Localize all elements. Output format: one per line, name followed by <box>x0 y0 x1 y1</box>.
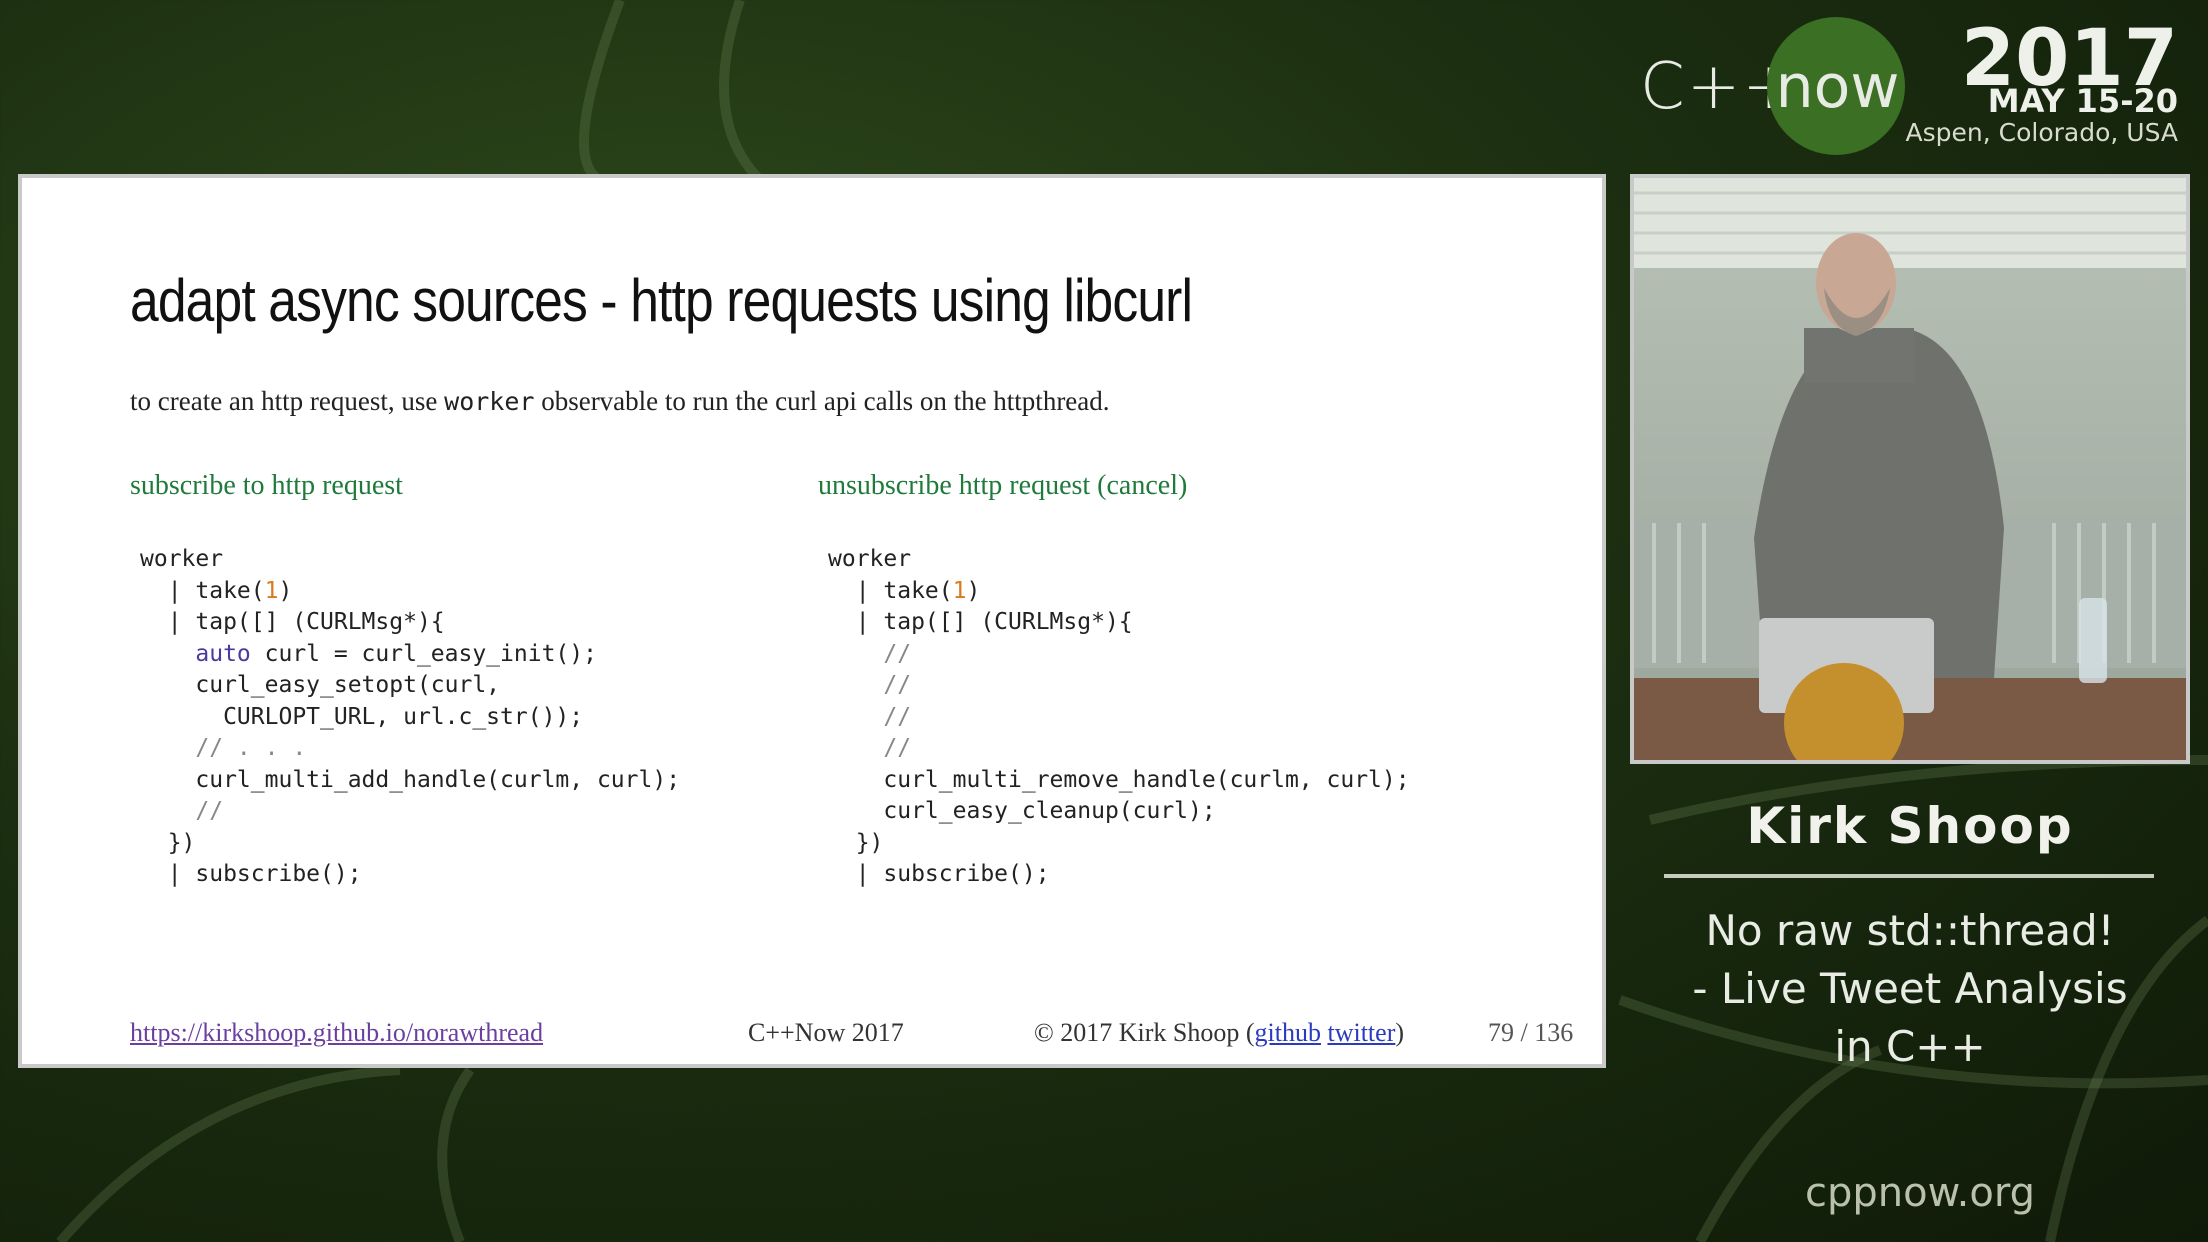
brand-dates: MAY 15-20 <box>1987 82 2178 120</box>
unsubscribe-code-line: // <box>828 703 912 730</box>
twitter-link[interactable]: twitter <box>1327 1018 1395 1047</box>
speaker-divider <box>1664 874 2154 878</box>
brand-now-text: now <box>1775 52 1900 122</box>
slide-title: adapt async sources - http requests usin… <box>130 267 1193 334</box>
intro-text-pre: to create an http request, use <box>130 386 445 416</box>
left-column-heading: subscribe to http request <box>130 470 403 501</box>
subscribe-code-line: // <box>140 798 224 824</box>
subscribe-code-line: | tap([] (CURLMsg*){ <box>140 609 445 635</box>
subscribe-code-line: curl_easy_setopt(curl, <box>140 672 501 698</box>
subscribe-code-line: worker <box>140 546 224 572</box>
talk-title-line-3: in C++ <box>1834 1022 1986 1071</box>
unsubscribe-code-line: // <box>828 672 912 698</box>
subscribe-code-line: | take(1) <box>140 577 293 604</box>
footer-event: C++Now 2017 <box>748 1018 904 1047</box>
unsubscribe-code-line: // <box>828 640 912 667</box>
site-url: cppnow.org <box>1805 1170 2035 1216</box>
intro-text-post: observable to run the curl api calls on … <box>534 386 1110 416</box>
unsubscribe-code-line: curl_easy_cleanup(curl); <box>828 798 1216 824</box>
unsubscribe-code-line: curl_multi_remove_handle(curlm, curl); <box>828 766 1410 793</box>
copyright-text: © 2017 Kirk Shoop ( <box>1034 1018 1255 1047</box>
talk-title-line-1: No raw std::thread! <box>1705 906 2115 955</box>
footer-url-text[interactable]: https://kirkshoop.github.io/norawthread <box>130 1018 543 1047</box>
subscribe-code-line: CURLOPT_URL, url.c_str()); <box>140 703 584 730</box>
unsubscribe-code-line: }) <box>828 829 884 856</box>
unsubscribe-code-line: worker <box>828 546 912 572</box>
slide-intro: to create an http request, use worker ob… <box>130 386 1110 417</box>
speaker-video <box>1630 174 2190 764</box>
subscribe-code-line: // . . . <box>140 735 307 761</box>
slide-panel: adapt async sources - http requests usin… <box>18 174 1606 1068</box>
unsubscribe-code-line: | take(1) <box>828 577 981 604</box>
subscribe-code-block: worker | take(1) | tap([] (CURLMsg*){ au… <box>140 544 680 891</box>
talk-title-line-2: - Live Tweet Analysis <box>1692 964 2128 1013</box>
intro-code-worker: worker <box>444 387 535 416</box>
subscribe-code-line: curl_multi_add_handle(curlm, curl); <box>140 766 681 793</box>
subscribe-code-line: }) <box>140 829 196 856</box>
right-column-heading: unsubscribe http request (cancel) <box>818 470 1188 501</box>
footer-copyright: © 2017 Kirk Shoop (github twitter) <box>1034 1018 1404 1048</box>
unsubscribe-code-line: | subscribe(); <box>828 861 1050 887</box>
brand-location: Aspen, Colorado, USA <box>1905 118 2179 147</box>
copyright-close: ) <box>1395 1018 1405 1047</box>
speaker-video-frame <box>1634 178 2186 760</box>
unsubscribe-code-block: worker | take(1) | tap([] (CURLMsg*){ //… <box>828 544 1410 891</box>
page-counter: 79 / 136 <box>1488 1018 1574 1047</box>
unsubscribe-code-line: | tap([] (CURLMsg*){ <box>828 609 1133 635</box>
github-link[interactable]: github <box>1255 1018 1321 1047</box>
subscribe-code-line: | subscribe(); <box>140 861 362 887</box>
speaker-name: Kirk Shoop <box>1746 797 2074 855</box>
footer-url-link[interactable]: https://kirkshoop.github.io/norawthread <box>130 1018 543 1048</box>
unsubscribe-code-line: // <box>828 735 912 761</box>
subscribe-code-line: auto curl = curl_easy_init(); <box>195 640 597 667</box>
